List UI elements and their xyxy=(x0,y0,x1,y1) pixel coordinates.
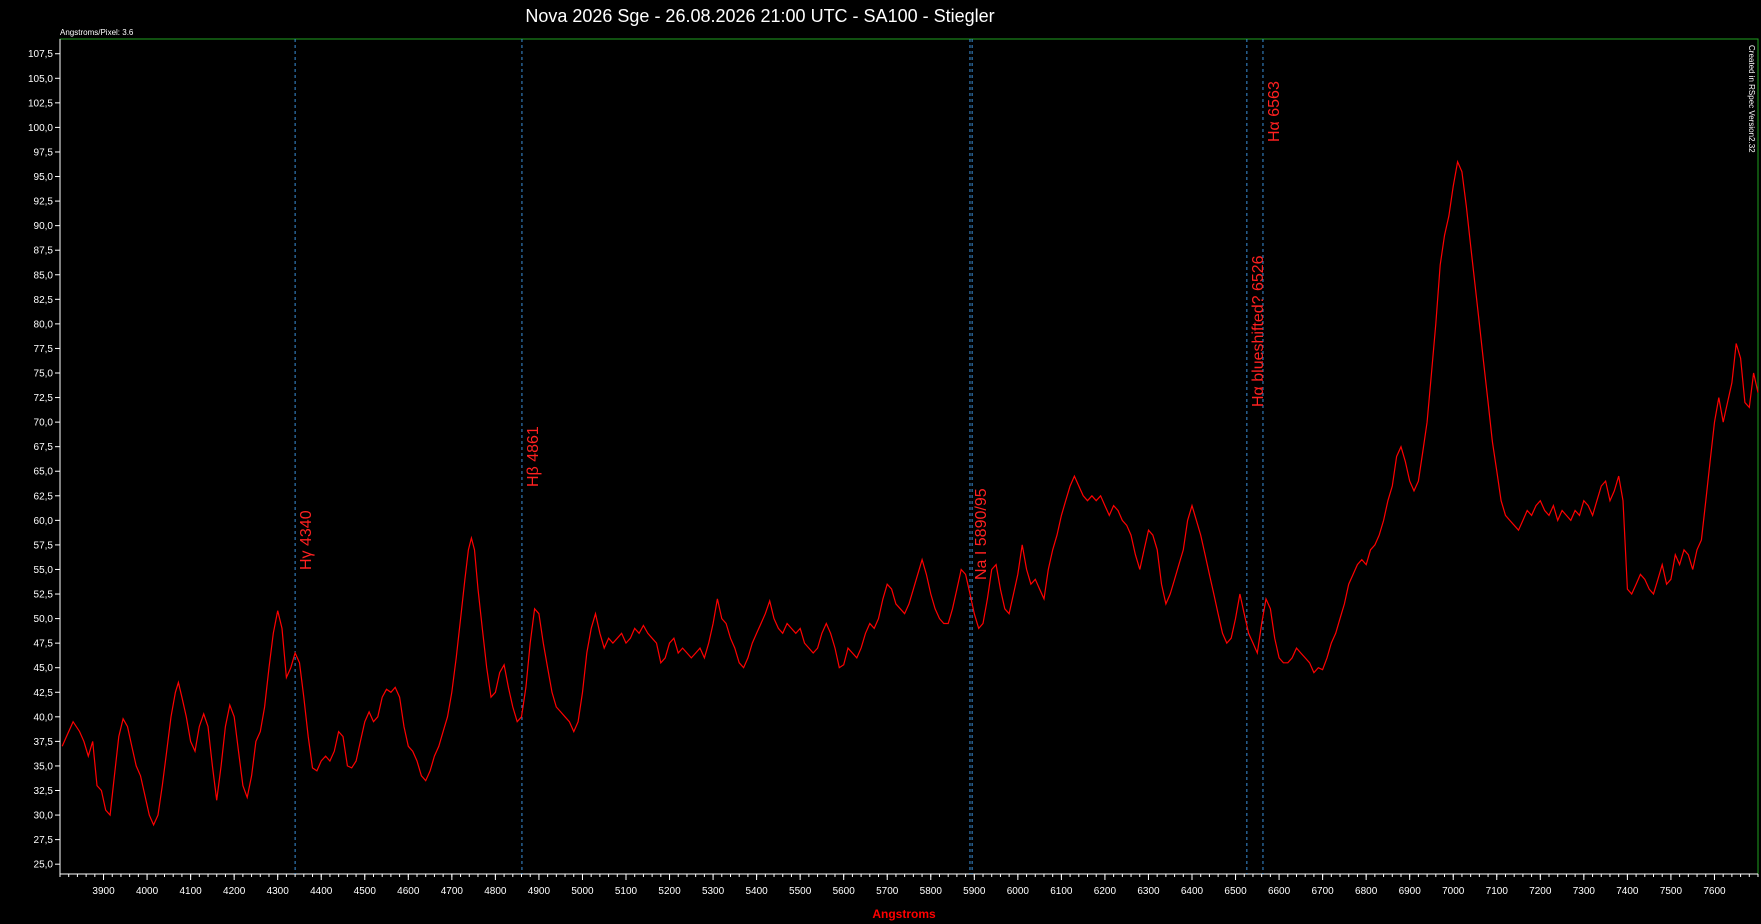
y-tick-label: 105,0 xyxy=(28,74,53,85)
y-tick-label: 30,0 xyxy=(34,811,54,822)
y-tick-label: 95,0 xyxy=(34,172,54,183)
software-credit: Created in RSpec Version2.32 xyxy=(1747,45,1756,153)
marker-label: Hγ 4340 xyxy=(298,510,315,570)
x-tick-label: 7200 xyxy=(1529,886,1552,897)
x-tick-label: 4700 xyxy=(441,886,464,897)
x-tick-label: 6400 xyxy=(1181,886,1204,897)
x-tick-label: 6100 xyxy=(1050,886,1073,897)
x-tick-label: 6800 xyxy=(1355,886,1378,897)
y-tick-label: 77,5 xyxy=(34,344,54,355)
x-tick-label: 4600 xyxy=(397,886,420,897)
y-tick-label: 87,5 xyxy=(34,246,54,257)
y-tick-label: 85,0 xyxy=(34,270,54,281)
y-tick-label: 47,5 xyxy=(34,639,54,650)
chart-title: Nova 2026 Sge - 26.08.2026 21:00 UTC - S… xyxy=(525,6,994,26)
x-tick-label: 4200 xyxy=(223,886,246,897)
x-tick-label: 4000 xyxy=(136,886,159,897)
y-tick-label: 92,5 xyxy=(34,197,54,208)
x-tick-label: 5000 xyxy=(571,886,594,897)
x-tick-label: 4500 xyxy=(354,886,377,897)
y-tick-label: 50,0 xyxy=(34,614,54,625)
y-tick-label: 52,5 xyxy=(34,590,54,601)
marker-label: Hβ 4861 xyxy=(525,426,542,487)
chart-background xyxy=(0,0,1761,924)
y-tick-label: 62,5 xyxy=(34,491,54,502)
y-tick-label: 55,0 xyxy=(34,565,54,576)
marker-label: Na I 5890/95 xyxy=(973,488,990,580)
x-tick-label: 4300 xyxy=(267,886,290,897)
x-tick-label: 5200 xyxy=(658,886,681,897)
x-axis-label: Angstroms xyxy=(872,907,936,921)
y-tick-label: 80,0 xyxy=(34,319,54,330)
x-tick-label: 7300 xyxy=(1573,886,1596,897)
y-tick-label: 40,0 xyxy=(34,712,54,723)
y-tick-label: 102,5 xyxy=(28,98,53,109)
marker-label: Hα 6563 xyxy=(1266,81,1283,142)
x-tick-label: 3900 xyxy=(92,886,115,897)
y-tick-label: 25,0 xyxy=(34,860,54,871)
y-tick-label: 67,5 xyxy=(34,442,54,453)
x-tick-label: 4800 xyxy=(484,886,507,897)
y-tick-label: 82,5 xyxy=(34,295,54,306)
x-tick-label: 6900 xyxy=(1399,886,1422,897)
y-tick-label: 97,5 xyxy=(34,147,54,158)
x-tick-label: 4400 xyxy=(310,886,333,897)
x-tick-label: 6200 xyxy=(1094,886,1117,897)
x-tick-label: 6700 xyxy=(1311,886,1334,897)
y-tick-label: 27,5 xyxy=(34,835,54,846)
x-tick-label: 6300 xyxy=(1137,886,1160,897)
x-tick-label: 5800 xyxy=(920,886,943,897)
y-tick-label: 100,0 xyxy=(28,123,53,134)
x-tick-label: 6000 xyxy=(1007,886,1030,897)
x-tick-label: 7600 xyxy=(1703,886,1726,897)
x-tick-label: 7500 xyxy=(1660,886,1683,897)
angstroms-per-pixel-label: Angstroms/Pixel: 3.6 xyxy=(60,28,134,37)
y-tick-label: 65,0 xyxy=(34,467,54,478)
x-tick-label: 5500 xyxy=(789,886,812,897)
x-tick-label: 5300 xyxy=(702,886,725,897)
y-tick-label: 35,0 xyxy=(34,761,54,772)
x-tick-label: 5700 xyxy=(876,886,899,897)
y-tick-label: 32,5 xyxy=(34,786,54,797)
y-tick-label: 75,0 xyxy=(34,369,54,380)
x-tick-label: 5900 xyxy=(963,886,986,897)
y-tick-label: 45,0 xyxy=(34,663,54,674)
x-tick-label: 5600 xyxy=(833,886,856,897)
y-tick-label: 37,5 xyxy=(34,737,54,748)
y-tick-label: 70,0 xyxy=(34,418,54,429)
x-tick-label: 6500 xyxy=(1224,886,1247,897)
y-tick-label: 42,5 xyxy=(34,688,54,699)
x-tick-label: 7400 xyxy=(1616,886,1639,897)
x-tick-label: 5100 xyxy=(615,886,638,897)
spectrum-chart: Nova 2026 Sge - 26.08.2026 21:00 UTC - S… xyxy=(0,0,1761,924)
marker-label: Hα blueshifted? 6526 xyxy=(1250,255,1267,407)
x-tick-label: 4100 xyxy=(179,886,202,897)
x-tick-label: 6600 xyxy=(1268,886,1291,897)
x-tick-label: 5400 xyxy=(745,886,768,897)
y-tick-label: 57,5 xyxy=(34,540,54,551)
y-tick-label: 107,5 xyxy=(28,49,53,60)
x-tick-label: 4900 xyxy=(528,886,551,897)
x-tick-label: 7100 xyxy=(1486,886,1509,897)
y-tick-label: 72,5 xyxy=(34,393,54,404)
y-tick-label: 60,0 xyxy=(34,516,54,527)
y-tick-label: 90,0 xyxy=(34,221,54,232)
x-tick-label: 7000 xyxy=(1442,886,1465,897)
